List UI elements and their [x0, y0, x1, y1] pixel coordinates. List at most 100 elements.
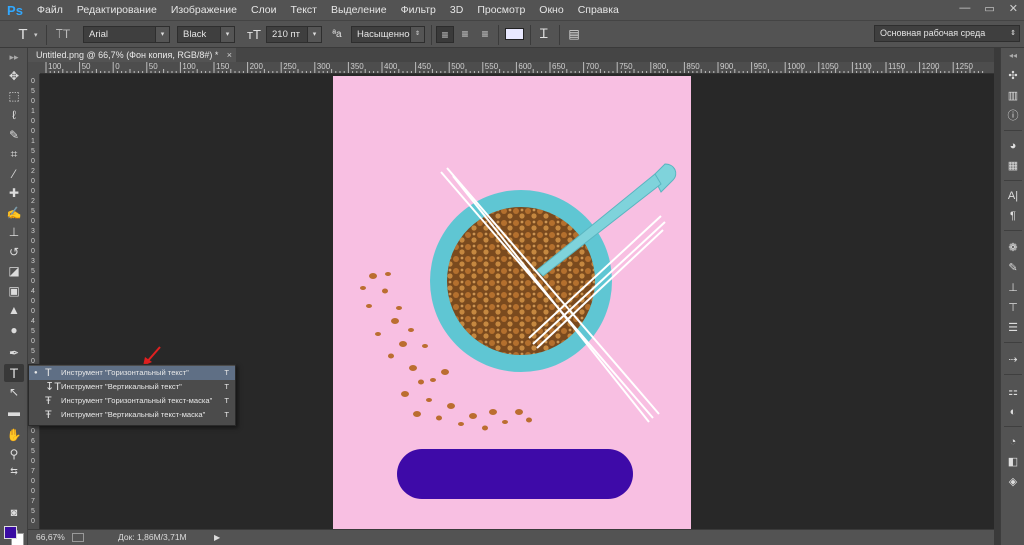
toggle-orientation-icon[interactable]: ⟙T [54, 25, 72, 43]
menu-file[interactable]: Файл [30, 0, 70, 20]
antialias-select[interactable]: Насыщенное ⇕ [351, 26, 425, 43]
flyout-vertical-type[interactable]: ↧T Инструмент "Вертикальный текст" T [29, 380, 235, 394]
ruler-v-label: 0 [31, 518, 35, 525]
lasso-tool-icon[interactable]: ℓ [4, 106, 24, 124]
workspace-select[interactable]: Основная рабочая среда ⇕ [874, 25, 1020, 42]
type-tool-preset-icon[interactable]: T [14, 25, 32, 43]
ruler-v-label: 0 [31, 98, 35, 105]
tab-close-icon[interactable]: × [227, 48, 232, 62]
menu-image[interactable]: Изображение [164, 0, 244, 20]
swatches-panel-icon[interactable]: ▦ [1004, 158, 1022, 174]
font-style-select[interactable]: Black ▾ [177, 26, 235, 43]
hand-tool-icon[interactable]: ✋ [4, 426, 24, 444]
ruler-v-label: 4 [31, 288, 35, 295]
flyout-horizontal-type[interactable]: ● T Инструмент "Горизонтальный текст" T [29, 366, 235, 380]
flyout-vertical-type-mask[interactable]: Ŧ Инструмент "Вертикальный текст-маска" … [29, 408, 235, 422]
menu-window[interactable]: Окно [532, 0, 570, 20]
menu-type[interactable]: Текст [284, 0, 324, 20]
foreground-color-swatch[interactable] [4, 526, 17, 539]
info-panel-icon[interactable]: ⓘ [1004, 108, 1022, 124]
chevron-updown-icon: ⇕ [410, 27, 424, 42]
navigator-panel-icon[interactable]: ✣ [1004, 68, 1022, 84]
ruler-v-label: 3 [31, 228, 35, 235]
close-button[interactable]: ✕ [1009, 2, 1018, 15]
menu-select[interactable]: Выделение [324, 0, 394, 20]
menu-view[interactable]: Просмотр [470, 0, 532, 20]
selected-bullet-icon: ● [34, 370, 38, 376]
type-tool-icon[interactable]: T [4, 364, 24, 382]
brush-panel-icon[interactable]: ✎ [1004, 260, 1022, 276]
character-panel-icon[interactable]: A| [1004, 188, 1022, 204]
clone-stamp-tool-icon[interactable]: ⊥ [4, 223, 24, 241]
document-tab[interactable]: Untitled.png @ 66,7% (Фон копия, RGB/8#)… [28, 48, 236, 62]
ruler-h-label: 200 [249, 62, 263, 71]
toolbar-collapse-icon[interactable]: ▸▸ [4, 48, 24, 66]
quick-mask-icon[interactable]: ◙ [4, 504, 24, 522]
paths-panel-icon[interactable]: ◧ [1004, 454, 1022, 470]
properties-panel-icon[interactable]: ⚏ [1004, 384, 1022, 400]
menu-3d[interactable]: 3D [443, 0, 470, 20]
horizontal-ruler[interactable]: 100 50 0 50 100 150 200 250 300 350 400 450 500 550 60… [40, 62, 994, 74]
marquee-tool-icon[interactable]: ⬚ [4, 87, 24, 105]
tool-presets-icon[interactable]: ⊤ [1004, 300, 1022, 316]
horizontal-type-mask-icon: Ŧ [45, 395, 52, 407]
ruler-v-label: 0 [31, 158, 35, 165]
move-tool-icon[interactable]: ✥ [4, 67, 24, 85]
histogram-panel-icon[interactable]: ▥ [1004, 88, 1022, 104]
actions-panel-icon[interactable]: ☰ [1004, 320, 1022, 336]
document-canvas[interactable] [333, 76, 691, 529]
menu-filter[interactable]: Фильтр [394, 0, 443, 20]
ruler-v-label: 5 [31, 348, 35, 355]
channels-panel-icon[interactable]: ◔ [1004, 434, 1022, 450]
font-size-select[interactable]: 210 пт ▾ [266, 26, 322, 43]
paragraph-panel-icon[interactable]: ¶ [1004, 208, 1022, 224]
canvas-area[interactable] [40, 75, 994, 529]
brush-presets-icon[interactable]: ❁ [1004, 240, 1022, 256]
menu-layers[interactable]: Слои [244, 0, 284, 20]
menu-help[interactable]: Справка [571, 0, 626, 20]
healing-brush-tool-icon[interactable]: ✚ [4, 184, 24, 202]
photoshop-logo: Ps [7, 2, 23, 18]
preset-dropdown-icon[interactable]: ▾ [34, 31, 38, 39]
ruler-v-label: 0 [31, 118, 35, 125]
maximize-button[interactable]: ▭ [984, 2, 994, 15]
path-selection-tool-icon[interactable]: ↖ [4, 383, 24, 401]
separator [1004, 180, 1022, 181]
color-panel-icon[interactable]: ◕ [1004, 138, 1022, 154]
crop-tool-icon[interactable]: ⌗ [4, 145, 24, 163]
zoom-tool-icon[interactable]: ⚲ [4, 445, 24, 463]
flyout-horizontal-type-mask[interactable]: Ŧ Инструмент "Горизонтальный текст-маска… [29, 394, 235, 408]
align-center-button[interactable]: ≡ [456, 26, 474, 43]
ruler-v-label: 0 [31, 238, 35, 245]
vertical-ruler[interactable]: 0501001502002503003504004505005506006507… [28, 74, 40, 529]
eraser-tool-icon[interactable]: ◪ [4, 262, 24, 280]
character-panel-icon[interactable]: ▤ [566, 25, 582, 43]
menu-edit[interactable]: Редактирование [70, 0, 164, 20]
rectangle-tool-icon[interactable]: ▬ [4, 403, 24, 421]
swap-colors-icon[interactable]: ⇆ [4, 462, 24, 480]
status-menu-arrow-icon[interactable]: ▶ [214, 530, 220, 545]
dock-collapse-icon[interactable]: ◂◂ [1004, 48, 1022, 64]
quick-selection-tool-icon[interactable]: ✎ [4, 126, 24, 144]
dodge-tool-icon[interactable]: ● [4, 321, 24, 339]
minimize-button[interactable]: — [959, 2, 970, 15]
align-left-button[interactable]: ≡ [436, 26, 454, 43]
ruler-v-label: 0 [31, 278, 35, 285]
ruler-h-label: 100 [48, 62, 62, 71]
font-family-select[interactable]: Arial ▾ [83, 26, 170, 43]
adjustments-panel-icon[interactable]: ◐ [1004, 404, 1022, 420]
history-brush-tool-icon[interactable]: ↺ [4, 243, 24, 261]
warp-text-icon[interactable]: Ꮖ [535, 25, 553, 43]
pen-tool-icon[interactable]: ✒ [4, 344, 24, 362]
eyedropper-tool-icon[interactable]: ⁄ [4, 165, 24, 183]
layers-panel-icon[interactable]: ◈ [1004, 474, 1022, 490]
zoom-level[interactable]: 66,67% [36, 530, 65, 545]
clone-source-icon[interactable]: ⊥ [1004, 280, 1022, 296]
ruler-v-label: 5 [31, 208, 35, 215]
blur-tool-icon[interactable]: ▲ [4, 301, 24, 319]
gradient-tool-icon[interactable]: ▣ [4, 282, 24, 300]
brush-tool-icon[interactable]: ✍ [4, 204, 24, 222]
text-color-swatch[interactable] [505, 28, 524, 40]
align-right-button[interactable]: ≡ [476, 26, 494, 43]
history-panel-icon[interactable]: ⇢ [1004, 352, 1022, 368]
